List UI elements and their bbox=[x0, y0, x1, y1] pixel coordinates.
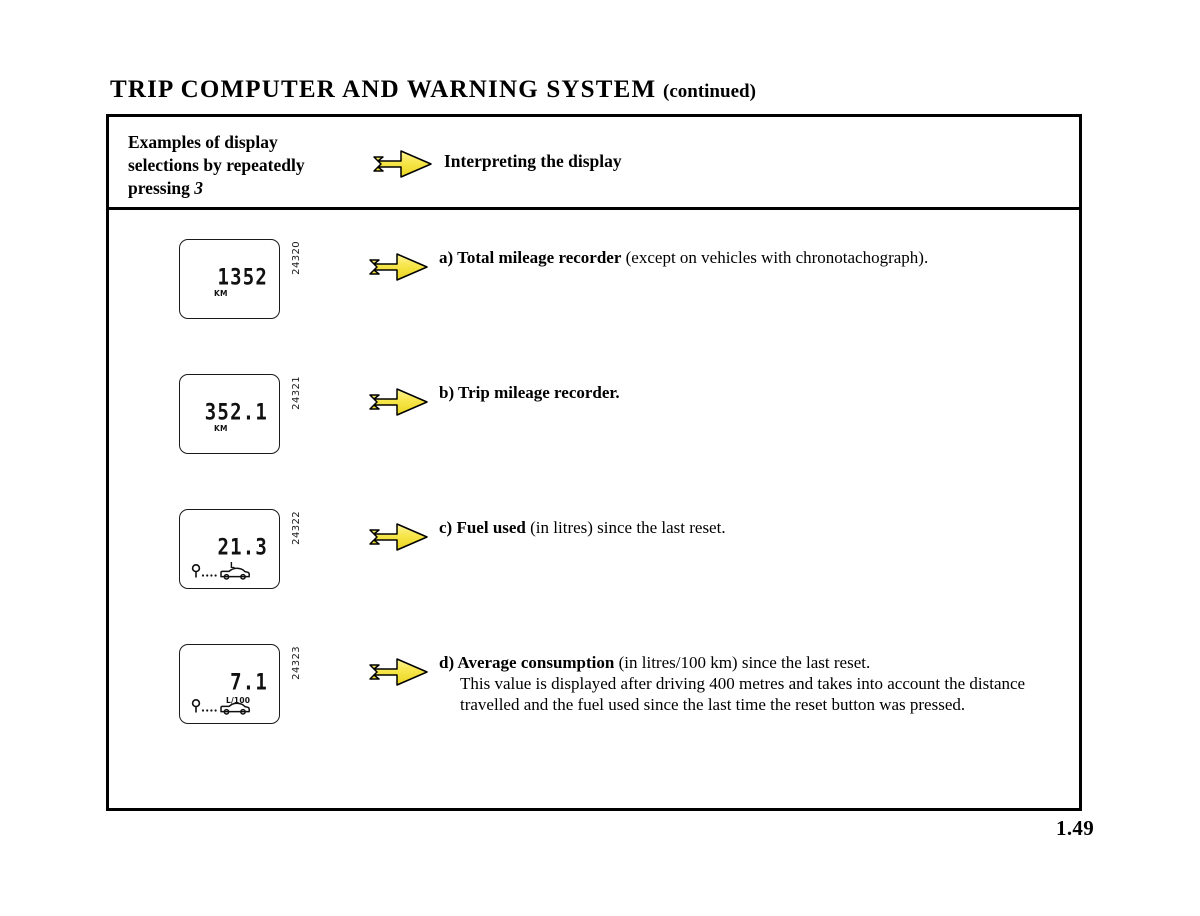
lcd-panel: 1352 KM bbox=[179, 239, 280, 319]
page-title-main: TRIP COMPUTER AND WARNING SYSTEM bbox=[110, 76, 657, 103]
lcd-panel: 352.1 KM bbox=[179, 374, 280, 454]
entry-description: a) Total mileage recorder (except on veh… bbox=[439, 247, 1049, 268]
lcd-display-group: 21.3 L 24322 bbox=[179, 509, 302, 589]
fuel-pump-to-car-icon bbox=[191, 698, 253, 715]
yellow-right-arrow-icon bbox=[367, 249, 430, 290]
content-frame: Examples of display selections by repeat… bbox=[106, 114, 1082, 811]
header-left-label: Examples of display selections by repeat… bbox=[128, 131, 368, 200]
entry-tail: (in litres/100 km) since the last reset. bbox=[614, 653, 871, 672]
lcd-panel: 7.1 L/100 bbox=[179, 644, 280, 724]
figure-reference-number: 24323 bbox=[291, 646, 302, 680]
lcd-display-group: 1352 KM 24320 bbox=[179, 239, 302, 319]
header-left-line3: pressing bbox=[128, 178, 190, 199]
yellow-right-arrow-icon bbox=[367, 384, 430, 425]
table-header-band: Examples of display selections by repeat… bbox=[109, 117, 1079, 210]
entry-extra-text: This value is displayed after driving 40… bbox=[460, 674, 1026, 715]
page-title-continued: (continued) bbox=[663, 81, 756, 102]
lcd-unit-label: KM bbox=[214, 424, 228, 433]
lcd-value: 21.3 bbox=[217, 534, 268, 561]
lcd-display-group: 352.1 KM 24321 bbox=[179, 374, 302, 454]
lcd-value: 7.1 bbox=[230, 669, 268, 696]
yellow-right-arrow-icon bbox=[371, 146, 434, 187]
lcd-unit-label: KM bbox=[214, 289, 228, 298]
lcd-value: 1352 bbox=[217, 264, 268, 291]
figure-reference-number: 24321 bbox=[291, 376, 302, 410]
page-title: TRIP COMPUTER AND WARNING SYSTEM (contin… bbox=[110, 76, 756, 104]
header-left-line2: selections by repeatedly bbox=[128, 155, 305, 176]
figure-reference-number: 24322 bbox=[291, 511, 302, 545]
entry-lead: d) Average consumption bbox=[439, 653, 615, 672]
entry-row: 1352 KM 24320 a) Total mileage recorder … bbox=[109, 239, 1079, 369]
entry-description: b) Trip mileage recorder. bbox=[439, 382, 1049, 403]
header-left-line1: Examples of display bbox=[128, 132, 278, 152]
entry-row: 21.3 L 24322 c) Fuel used (in litres) si… bbox=[109, 509, 1079, 639]
lcd-panel: 21.3 L bbox=[179, 509, 280, 589]
entry-lead: a) Total mileage recorder bbox=[439, 248, 622, 267]
entry-lead: b) Trip mileage recorder. bbox=[439, 383, 620, 402]
yellow-right-arrow-icon bbox=[367, 654, 430, 695]
entry-row: 352.1 KM 24321 b) Trip mileage recorder. bbox=[109, 374, 1079, 504]
figure-reference-number: 24320 bbox=[291, 241, 302, 275]
entry-tail: (in litres) since the last reset. bbox=[525, 518, 726, 537]
header-right-label: Interpreting the display bbox=[444, 151, 622, 171]
entry-tail: (except on vehicles with chronotachograp… bbox=[621, 248, 929, 267]
entry-lead: c) Fuel used bbox=[439, 518, 526, 537]
entry-description: d) Average consumption (in litres/100 km… bbox=[439, 652, 1049, 716]
page-number: 1.49 bbox=[1056, 816, 1094, 840]
yellow-right-arrow-icon bbox=[367, 519, 430, 560]
lcd-value: 352.1 bbox=[204, 399, 268, 426]
fuel-pump-to-car-icon bbox=[191, 563, 253, 580]
header-button-reference: 3 bbox=[194, 178, 204, 199]
lcd-display-group: 7.1 L/100 24323 bbox=[179, 644, 302, 724]
entry-row: 7.1 L/100 24323 d) Average consumption (… bbox=[109, 644, 1079, 774]
entry-description: c) Fuel used (in litres) since the last … bbox=[439, 517, 1049, 538]
